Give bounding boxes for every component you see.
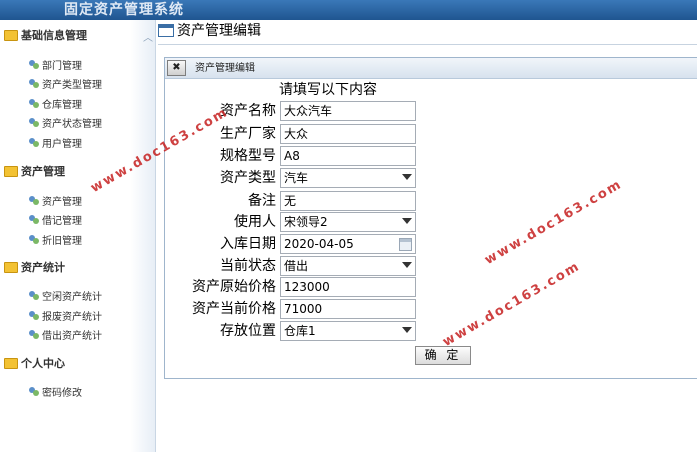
label-original-price: 资产原始价格 [192,279,276,295]
sidebar-item-scrap-stats[interactable]: 报废资产统计 [28,310,102,326]
manufacturer-input[interactable]: 大众 [280,124,416,144]
sidebar-item-depreciation[interactable]: 折旧管理 [28,234,82,250]
label-model: 规格型号 [220,148,276,164]
chevron-down-icon [402,174,412,180]
chevron-down-icon [402,262,412,268]
current-status-select[interactable]: 借出 [280,256,416,276]
storage-date-input[interactable]: 2020-04-05 [280,234,416,254]
app-title: 固定资产管理系统 [64,2,184,18]
sidebar-item-user[interactable]: 用户管理 [28,137,82,153]
label-location: 存放位置 [220,323,276,339]
panel-title: 资产管理编辑 [195,63,255,74]
label-remark: 备注 [248,193,276,209]
model-input[interactable]: A8 [280,146,416,166]
page-title: 资产管理编辑 [177,23,261,39]
user-select[interactable]: 宋领导2 [280,212,416,232]
folder-icon [4,165,18,177]
users-icon [28,311,40,321]
users-icon [28,387,40,397]
users-icon [28,291,40,301]
sidebar-item-asset[interactable]: 资产管理 [28,195,82,211]
sidebar-group-asset-management[interactable]: 资产管理 [4,164,65,180]
users-icon [28,138,40,148]
label-current-price: 资产当前价格 [192,301,276,317]
remark-input[interactable]: 无 [280,191,416,211]
users-icon [28,60,40,70]
location-select[interactable]: 仓库1 [280,321,416,341]
close-icon[interactable]: ✖ [167,60,186,76]
users-icon [28,99,40,109]
collapse-icon[interactable]: ︿ [142,34,154,44]
confirm-button[interactable]: 确 定 [415,346,471,365]
users-icon [28,330,40,340]
sidebar-item-idle-stats[interactable]: 空闲资产统计 [28,290,102,306]
sidebar-group-basic-info[interactable]: 基础信息管理 [4,28,87,44]
sidebar: ︿ 基础信息管理 部门管理 资产类型管理 仓库管理 资产状态管理 用户管理 资产… [0,20,156,452]
sidebar-item-warehouse[interactable]: 仓库管理 [28,98,82,114]
label-asset-type: 资产类型 [220,170,276,186]
sidebar-group-personal-center[interactable]: 个人中心 [4,356,65,372]
label-current-status: 当前状态 [220,258,276,274]
users-icon [28,215,40,225]
sidebar-item-asset-type[interactable]: 资产类型管理 [28,78,102,94]
sidebar-group-statistics[interactable]: 资产统计 [4,260,65,276]
folder-icon [4,261,18,273]
top-bar: 固定资产管理系统 [0,0,697,20]
panel-titlebar: ✖ 资产管理编辑 [165,58,697,79]
chevron-down-icon [402,218,412,224]
chevron-down-icon [402,327,412,333]
form-heading: 请填写以下内容 [279,82,377,98]
users-icon [28,118,40,128]
sidebar-item-change-password[interactable]: 密码修改 [28,386,82,402]
label-storage-date: 入库日期 [220,236,276,252]
calendar-icon[interactable] [399,238,412,251]
sidebar-item-borrow[interactable]: 借记管理 [28,214,82,230]
main-header: 资产管理编辑 [158,20,697,42]
sidebar-item-asset-status[interactable]: 资产状态管理 [28,117,102,133]
asset-name-input[interactable]: 大众汽车 [280,101,416,121]
users-icon [28,196,40,206]
original-price-input[interactable]: 123000 [280,277,416,297]
asset-type-select[interactable]: 汽车 [280,168,416,188]
sidebar-item-department[interactable]: 部门管理 [28,59,82,75]
users-icon [28,79,40,89]
header-divider [158,44,697,45]
sidebar-item-lend-stats[interactable]: 借出资产统计 [28,329,102,345]
users-icon [28,235,40,245]
window-icon [158,24,174,37]
label-user: 使用人 [234,214,276,230]
folder-icon [4,357,18,369]
current-price-input[interactable]: 71000 [280,299,416,319]
folder-icon [4,29,18,41]
